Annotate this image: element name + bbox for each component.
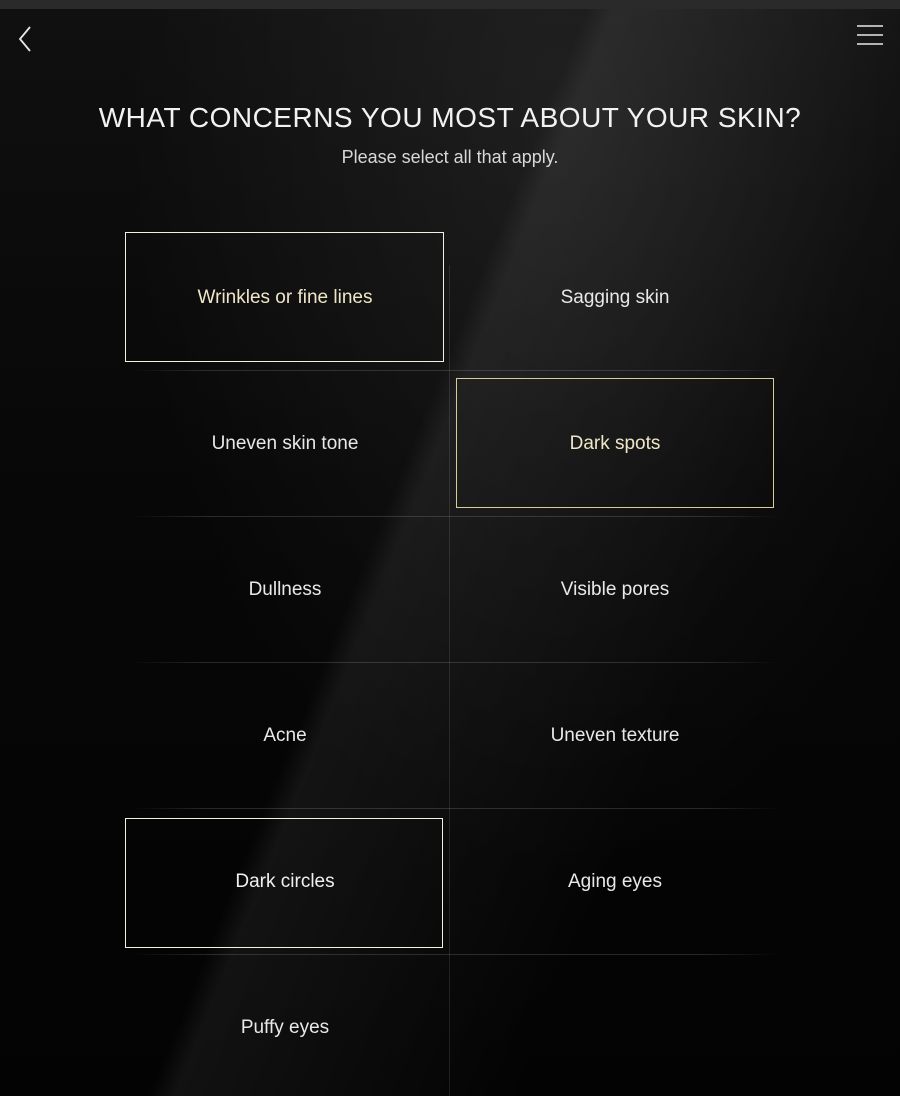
hamburger-menu-icon bbox=[857, 25, 883, 45]
selection-frame bbox=[284, 443, 286, 445]
option-wrinkles-or-fine-lines[interactable]: Wrinkles or fine lines bbox=[120, 225, 450, 371]
concern-options-grid: Wrinkles or fine lines Sagging skin Unev… bbox=[120, 225, 780, 1096]
chevron-left-icon bbox=[18, 26, 31, 52]
page-subtitle: Please select all that apply. bbox=[341, 147, 559, 167]
menu-button[interactable] bbox=[856, 24, 884, 48]
selection-frame bbox=[125, 232, 444, 362]
selection-frame bbox=[614, 589, 616, 591]
option-acne[interactable]: Acne bbox=[120, 663, 450, 809]
back-button[interactable] bbox=[12, 24, 40, 54]
selection-frame bbox=[284, 735, 286, 737]
empty-cell bbox=[450, 955, 780, 1096]
option-puffy-eyes[interactable]: Puffy eyes bbox=[120, 955, 450, 1096]
option-uneven-texture[interactable]: Uneven texture bbox=[450, 663, 780, 809]
selection-frame bbox=[614, 881, 616, 883]
selection-frame bbox=[284, 589, 286, 591]
option-uneven-skin-tone[interactable]: Uneven skin tone bbox=[120, 371, 450, 517]
selection-frame bbox=[456, 378, 774, 508]
option-dark-circles[interactable]: Dark circles bbox=[120, 809, 450, 955]
selection-frame bbox=[125, 818, 443, 948]
selection-frame bbox=[614, 735, 616, 737]
selection-frame bbox=[284, 1027, 286, 1029]
option-dullness[interactable]: Dullness bbox=[120, 517, 450, 663]
option-aging-eyes[interactable]: Aging eyes bbox=[450, 809, 780, 955]
option-visible-pores[interactable]: Visible pores bbox=[450, 517, 780, 663]
status-bar bbox=[0, 0, 900, 9]
selection-frame bbox=[614, 297, 616, 299]
page-title: WHAT CONCERNS YOU MOST ABOUT YOUR SKIN? bbox=[98, 102, 802, 133]
option-dark-spots[interactable]: Dark spots bbox=[450, 371, 780, 517]
option-sagging-skin[interactable]: Sagging skin bbox=[450, 225, 780, 371]
